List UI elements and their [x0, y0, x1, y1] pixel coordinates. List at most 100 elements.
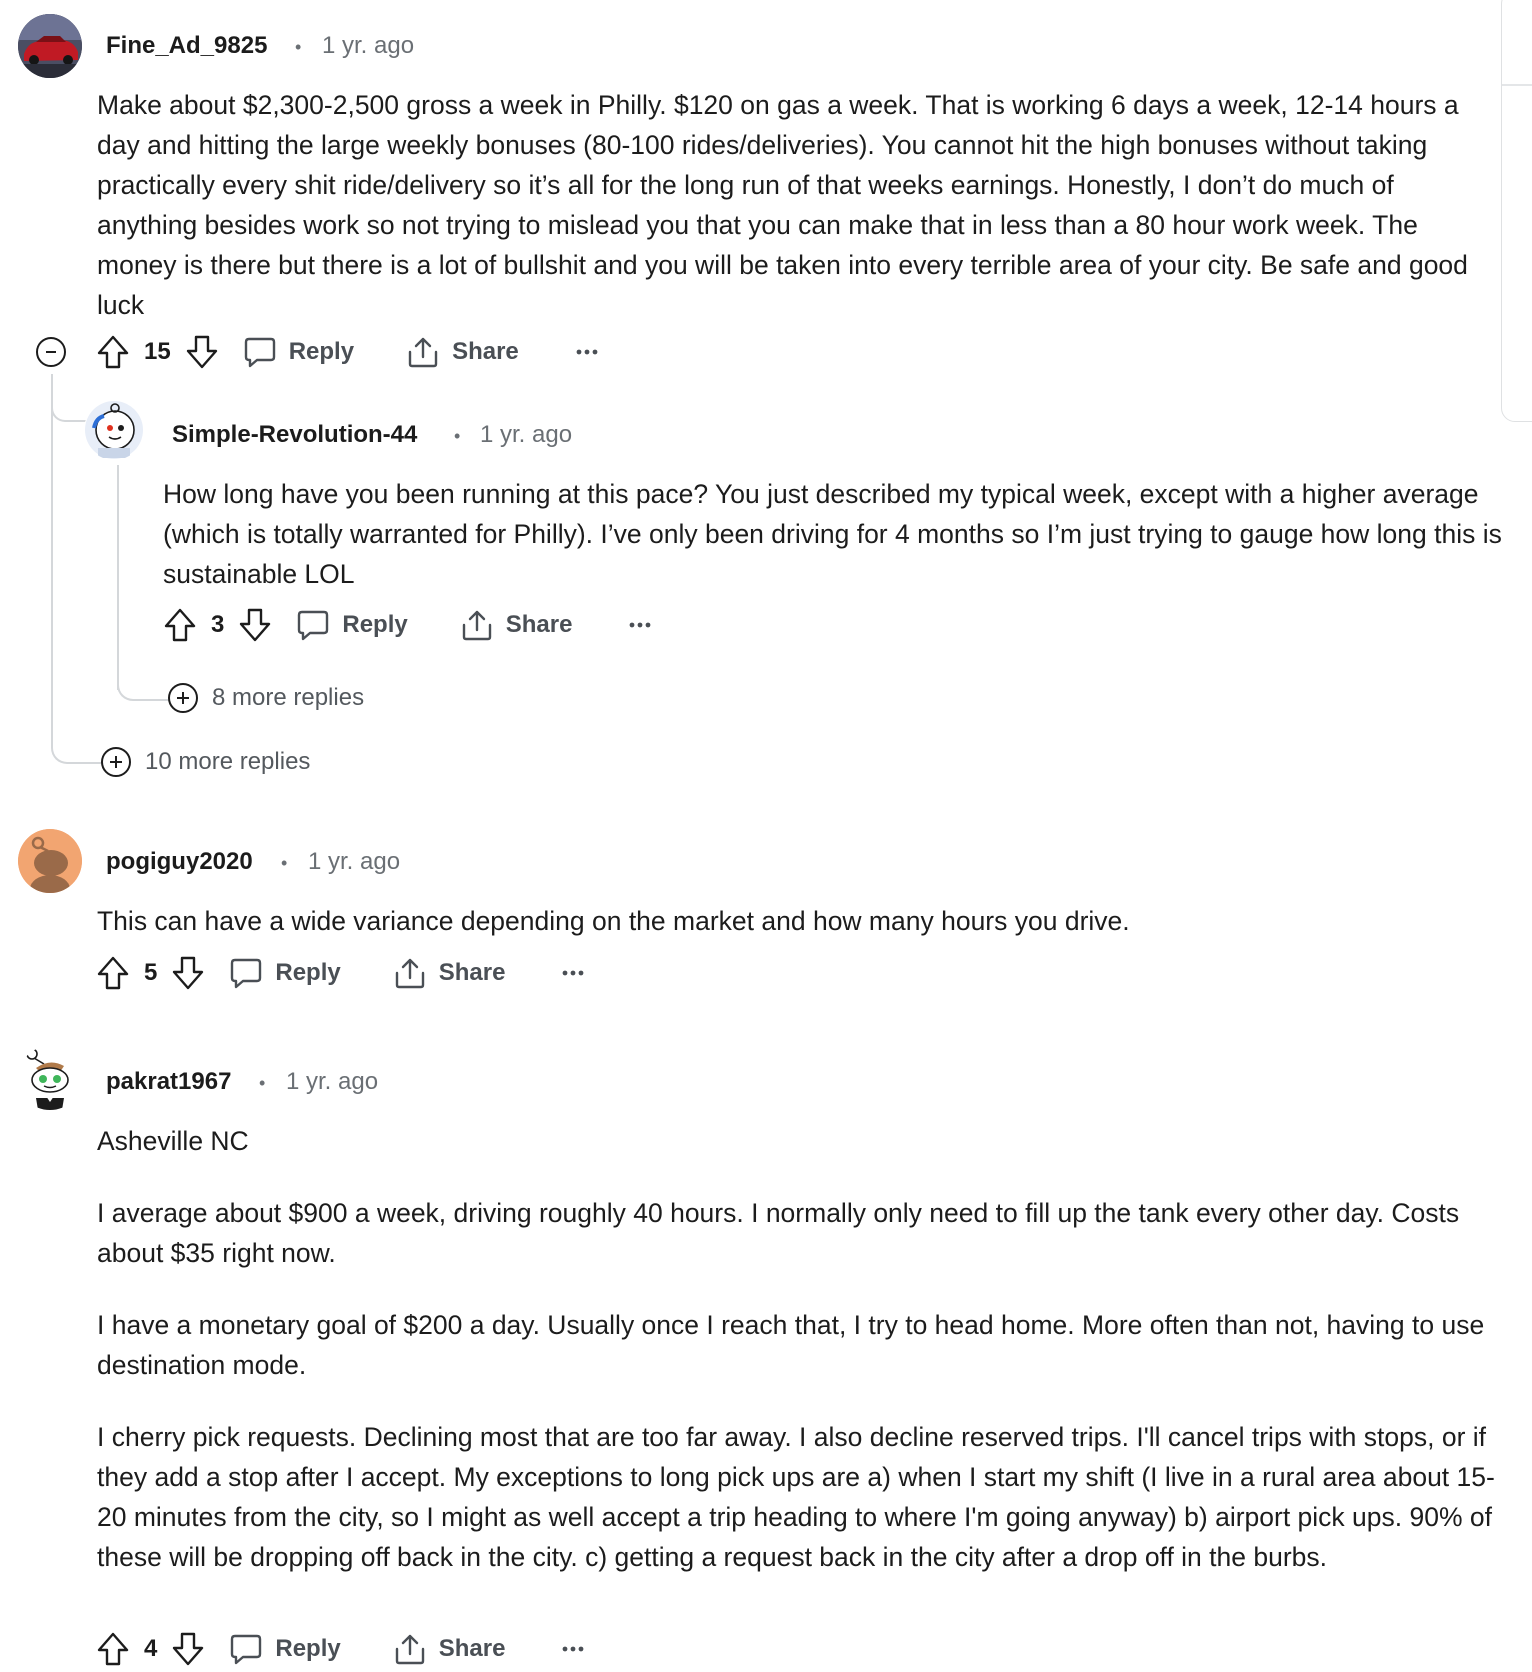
comment-timestamp[interactable]: 1 yr. ago [286, 1068, 378, 1096]
comment-author[interactable]: pakrat1967 [106, 1068, 231, 1096]
snoo-avatar-icon [85, 401, 143, 459]
share-button[interactable]: Share [393, 1632, 506, 1666]
vote-count: 4 [144, 1635, 158, 1662]
vote-count: 5 [144, 959, 158, 986]
more-replies-button[interactable]: 10 more replies [101, 747, 310, 777]
share-label: Share [438, 1635, 506, 1662]
more-replies-button[interactable]: 8 more replies [168, 683, 364, 713]
comment-author[interactable]: pogiguy2020 [106, 848, 253, 876]
comment-paragraph: How long have you been running at this p… [163, 479, 1502, 589]
comment-actions: 5 Reply Share [96, 951, 585, 995]
reply-button[interactable]: Reply [296, 608, 408, 642]
avatar[interactable] [18, 829, 82, 893]
comment-body: Asheville NC I average about $900 a week… [97, 1121, 1517, 1577]
reply-label: Reply [342, 611, 408, 638]
comment-body: This can have a wide variance depending … [97, 901, 1497, 941]
comment-body: How long have you been running at this p… [163, 474, 1503, 594]
ellipsis-icon [630, 622, 651, 628]
comment-timestamp[interactable]: 1 yr. ago [308, 848, 400, 876]
comment-paragraph: I cherry pick requests. Declining most t… [97, 1422, 1495, 1572]
more-options-button[interactable] [561, 1644, 585, 1654]
reply-button[interactable]: Reply [229, 1632, 341, 1666]
meta-separator: • [259, 1073, 266, 1093]
comment-body: Make about $2,300-2,500 gross a week in … [97, 85, 1497, 325]
share-label: Share [438, 959, 506, 986]
share-icon [462, 610, 491, 641]
comment-timestamp[interactable]: 1 yr. ago [322, 32, 414, 60]
comment-paragraph: Make about $2,300-2,500 gross a week in … [97, 90, 1468, 320]
reply-label: Reply [275, 1635, 341, 1662]
downvote-button[interactable] [238, 607, 272, 643]
upvote-button[interactable] [96, 955, 130, 991]
avatar[interactable] [18, 14, 82, 78]
vote-count: 3 [211, 611, 225, 638]
downvote-icon [186, 335, 217, 369]
ellipsis-icon [576, 349, 598, 355]
sidebar-card-edge [1501, 0, 1532, 422]
ellipsis-icon [563, 970, 584, 976]
downvote-button[interactable] [171, 1631, 205, 1667]
snoo-avatar-icon [26, 1048, 69, 1110]
downvote-button[interactable] [171, 955, 205, 991]
more-options-button[interactable] [561, 968, 585, 978]
plus-circle-icon [168, 683, 198, 713]
downvote-button[interactable] [185, 334, 219, 370]
upvote-button[interactable] [163, 607, 197, 643]
more-options-button[interactable] [628, 620, 652, 630]
thread-elbow-reply-more [117, 680, 169, 701]
ellipsis-icon [563, 1646, 584, 1652]
comment-bubble-icon [231, 1634, 262, 1665]
share-icon [408, 337, 438, 368]
reply-label: Reply [288, 338, 355, 365]
car-avatar-icon [18, 14, 82, 78]
meta-separator: • [281, 853, 288, 873]
more-replies-label: 10 more replies [145, 748, 311, 775]
comment-paragraph: I have a monetary goal of $200 a day. Us… [97, 1310, 1485, 1380]
more-replies-label: 8 more replies [212, 684, 365, 711]
minus-icon [46, 351, 56, 353]
share-icon [395, 958, 424, 989]
downvote-icon [240, 608, 271, 642]
reply-label: Reply [275, 959, 341, 986]
comment-bubble-icon [298, 610, 329, 641]
upvote-icon [97, 1632, 129, 1666]
upvote-icon [164, 608, 196, 642]
share-button[interactable]: Share [460, 608, 573, 642]
thread-line-reply [117, 465, 119, 690]
share-label: Share [452, 338, 519, 365]
collapse-thread-button[interactable] [36, 337, 66, 367]
vote-count: 15 [144, 338, 171, 365]
sidebar-divider [1502, 84, 1532, 86]
comment-actions: 3 Reply Share [163, 603, 652, 647]
downvote-icon [173, 1632, 204, 1666]
avatar[interactable] [84, 400, 144, 460]
comment-paragraph: This can have a wide variance depending … [97, 906, 1130, 936]
downvote-icon [173, 956, 204, 990]
comment-author[interactable]: Fine_Ad_9825 [106, 32, 267, 60]
comment-paragraph: Asheville NC [97, 1126, 249, 1156]
comment-paragraph: I average about $900 a week, driving rou… [97, 1198, 1460, 1268]
upvote-icon [97, 956, 129, 990]
thread-line-main [51, 374, 53, 704]
more-options-button[interactable] [575, 347, 599, 357]
comment-timestamp[interactable]: 1 yr. ago [480, 421, 572, 449]
avatar[interactable] [18, 1046, 82, 1110]
reply-button[interactable]: Reply [229, 956, 341, 990]
comment-actions: 4 Reply Share [96, 1627, 585, 1671]
share-button[interactable]: Share [406, 335, 519, 369]
share-label: Share [505, 611, 573, 638]
upvote-icon [97, 335, 129, 369]
meta-separator: • [295, 37, 302, 57]
comment-author[interactable]: Simple-Revolution-44 [172, 421, 417, 449]
snoo-avatar-icon [18, 829, 82, 893]
upvote-button[interactable] [96, 1631, 130, 1667]
upvote-button[interactable] [96, 334, 130, 370]
comment-bubble-icon [231, 958, 262, 989]
share-button[interactable]: Share [393, 956, 506, 990]
share-icon [395, 1634, 424, 1665]
reply-button[interactable]: Reply [243, 335, 354, 369]
comment-actions: 15 Reply Share [96, 330, 599, 374]
thread-elbow-reply [51, 400, 87, 422]
comment-bubble-icon [244, 337, 275, 368]
meta-separator: • [454, 426, 461, 446]
